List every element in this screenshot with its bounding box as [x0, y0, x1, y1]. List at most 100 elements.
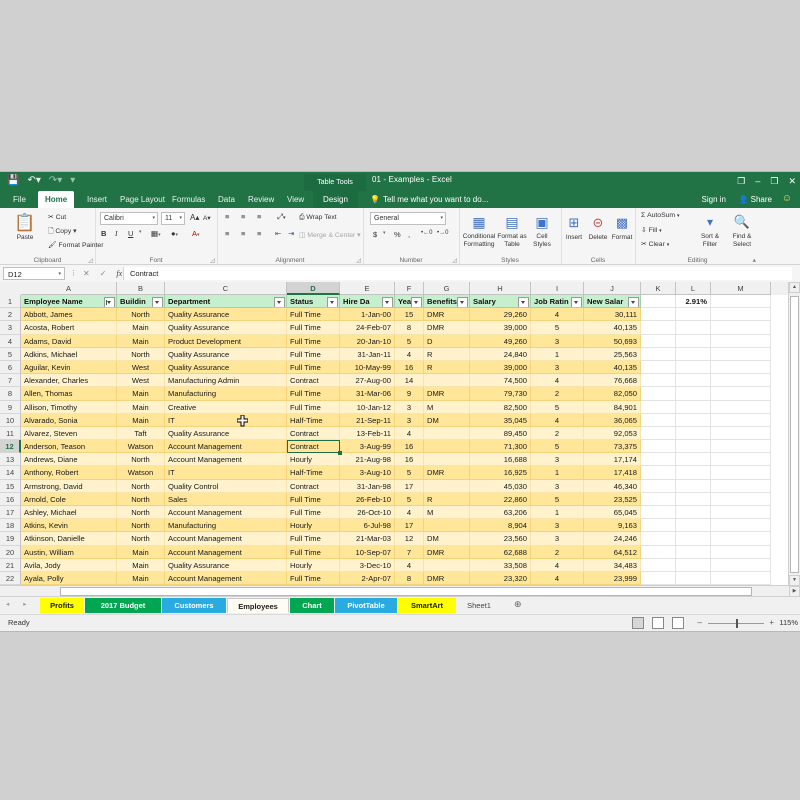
number-dialog-launcher-icon[interactable]: ◿: [452, 257, 457, 264]
table-cell[interactable]: [424, 479, 470, 493]
sheet-tab-customers[interactable]: Customers: [162, 598, 226, 613]
table-cell[interactable]: 5: [531, 440, 584, 454]
empty-cell[interactable]: [641, 308, 676, 322]
table-cell[interactable]: 4: [395, 506, 424, 520]
table-column-header[interactable]: New Salar: [584, 295, 641, 309]
tab-page-layout[interactable]: Page Layout: [113, 191, 172, 208]
table-cell[interactable]: 25,563: [584, 347, 641, 361]
table-cell[interactable]: Account Management: [165, 440, 287, 454]
table-cell[interactable]: 89,450: [470, 426, 531, 441]
table-cell[interactable]: 24-Feb-07: [340, 321, 395, 335]
empty-cell[interactable]: [711, 453, 771, 467]
table-cell[interactable]: 3: [531, 453, 584, 467]
row-header-6[interactable]: 6: [0, 360, 21, 375]
table-cell[interactable]: Account Management: [165, 532, 287, 546]
undo-icon[interactable]: ↶▾: [24, 173, 43, 189]
row-header-4[interactable]: 4: [0, 334, 21, 348]
table-cell[interactable]: Full Time: [287, 347, 340, 361]
tab-home[interactable]: Home: [38, 191, 75, 208]
empty-cell[interactable]: [676, 308, 711, 322]
sort-and-filter-button[interactable]: ▾ Sort & Filter: [695, 210, 725, 248]
table-cell[interactable]: 31-Jan-11: [340, 347, 395, 361]
table-cell[interactable]: Ayala, Polly: [21, 571, 117, 586]
table-cell[interactable]: 21-Mar-03: [340, 532, 395, 546]
table-cell[interactable]: 23,320: [470, 571, 531, 586]
table-cell[interactable]: 4: [395, 558, 424, 572]
sheet-tab-pivottable[interactable]: PivotTable: [335, 598, 397, 613]
row-header-11[interactable]: 11: [0, 426, 21, 441]
save-icon[interactable]: 💾: [4, 173, 22, 189]
table-cell[interactable]: Quality Assurance: [165, 360, 287, 375]
empty-cell[interactable]: [676, 413, 711, 427]
feedback-smiley-icon[interactable]: ☺: [782, 193, 792, 204]
table-cell[interactable]: 4: [531, 308, 584, 322]
empty-cell[interactable]: [676, 400, 711, 414]
table-cell[interactable]: IT: [165, 413, 287, 427]
table-cell[interactable]: Contract: [287, 426, 340, 441]
empty-cell[interactable]: [676, 426, 711, 441]
table-cell[interactable]: 79,730: [470, 387, 531, 401]
table-cell[interactable]: 26-Oct-10: [340, 506, 395, 520]
align-left-button[interactable]: ≡: [225, 229, 229, 238]
redo-icon[interactable]: ↷▾: [46, 173, 65, 189]
filter-dropdown-icon[interactable]: [274, 296, 285, 308]
table-cell[interactable]: 2: [531, 387, 584, 401]
row-header-19[interactable]: 19: [0, 532, 21, 546]
table-column-header[interactable]: Employee Name: [21, 295, 117, 309]
table-cell[interactable]: Quality Assurance: [165, 308, 287, 322]
table-cell[interactable]: North: [117, 506, 165, 520]
zoom-out-button[interactable]: –: [698, 618, 702, 627]
table-cell[interactable]: 2: [531, 545, 584, 559]
table-cell[interactable]: 4: [395, 426, 424, 441]
table-cell[interactable]: [424, 453, 470, 467]
row-header-1[interactable]: 1: [0, 295, 21, 309]
table-cell[interactable]: Atkins, Kevin: [21, 519, 117, 533]
table-cell[interactable]: Main: [117, 321, 165, 335]
decrease-font-size-button[interactable]: A▾: [203, 214, 211, 222]
zoom-slider-handle[interactable]: [736, 619, 738, 628]
minimize-icon[interactable]: –: [755, 173, 760, 189]
empty-cell[interactable]: [641, 466, 676, 480]
tab-file[interactable]: File: [6, 191, 33, 208]
table-cell[interactable]: 4: [531, 571, 584, 586]
table-cell[interactable]: 62,688: [470, 545, 531, 559]
filter-dropdown-icon[interactable]: [327, 296, 338, 308]
table-column-header[interactable]: Job Ratin: [531, 295, 584, 309]
table-cell[interactable]: 14: [395, 374, 424, 388]
table-cell[interactable]: 39,000: [470, 360, 531, 375]
table-cell[interactable]: R: [424, 360, 470, 375]
table-cell[interactable]: Armstrong, David: [21, 479, 117, 493]
empty-cell[interactable]: [676, 532, 711, 546]
row-header-21[interactable]: 21: [0, 558, 21, 572]
table-cell[interactable]: Full Time: [287, 571, 340, 586]
cell-l1[interactable]: 2.91%: [676, 295, 711, 309]
scroll-down-icon[interactable]: ▼: [789, 575, 800, 586]
table-cell[interactable]: 1: [531, 506, 584, 520]
zoom-slider[interactable]: [708, 619, 764, 628]
italic-button[interactable]: I: [115, 229, 118, 238]
table-cell[interactable]: 23,525: [584, 492, 641, 506]
column-header-f[interactable]: F: [395, 282, 424, 295]
table-cell[interactable]: 4: [531, 558, 584, 572]
borders-button[interactable]: ▦▾: [151, 229, 161, 238]
table-cell[interactable]: DMR: [424, 571, 470, 586]
column-header-h[interactable]: H: [470, 282, 531, 295]
empty-cell[interactable]: [676, 545, 711, 559]
table-cell[interactable]: 49,260: [470, 334, 531, 348]
empty-cell[interactable]: [711, 413, 771, 427]
table-cell[interactable]: Full Time: [287, 400, 340, 414]
table-cell[interactable]: 9,163: [584, 519, 641, 533]
table-cell[interactable]: West: [117, 374, 165, 388]
table-cell[interactable]: 3: [531, 334, 584, 348]
table-cell[interactable]: Main: [117, 387, 165, 401]
percent-style-button[interactable]: %: [394, 230, 401, 239]
table-cell[interactable]: Acosta, Robert: [21, 321, 117, 335]
table-cell[interactable]: 23,560: [470, 532, 531, 546]
table-cell[interactable]: Half-Time: [287, 413, 340, 427]
customize-qat-icon[interactable]: ▾: [67, 173, 78, 189]
empty-cell[interactable]: [641, 374, 676, 388]
table-cell[interactable]: Alvarez, Steven: [21, 426, 117, 441]
table-cell[interactable]: 16: [395, 440, 424, 454]
table-cell[interactable]: 35,045: [470, 413, 531, 427]
empty-cell[interactable]: [676, 519, 711, 533]
